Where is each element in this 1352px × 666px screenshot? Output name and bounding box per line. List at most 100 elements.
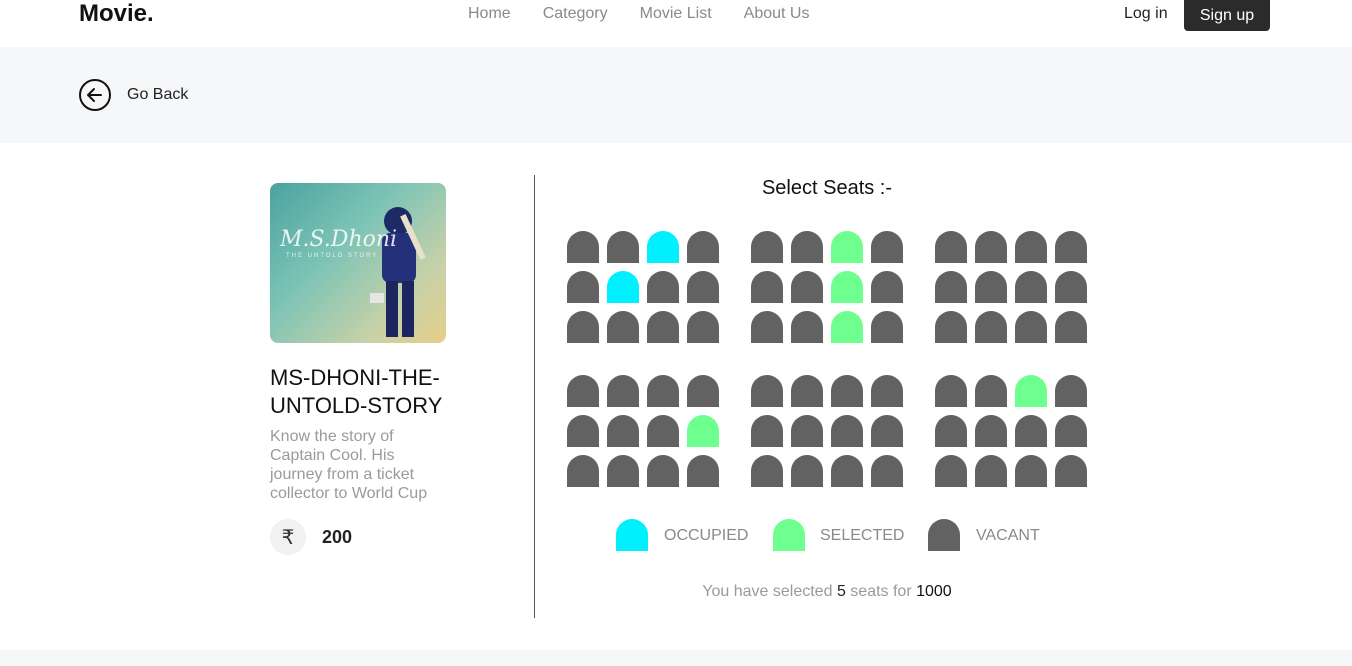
seat-vacant[interactable] xyxy=(751,415,783,447)
go-back-link[interactable]: Go Back xyxy=(127,86,188,104)
seat-vacant[interactable] xyxy=(567,375,599,407)
seat-vacant[interactable] xyxy=(607,415,639,447)
seat-vacant[interactable] xyxy=(935,271,967,303)
seat-vacant[interactable] xyxy=(975,311,1007,343)
player-figure xyxy=(370,207,426,337)
seat-vacant[interactable] xyxy=(607,455,639,487)
seat-vacant[interactable] xyxy=(871,455,903,487)
seat-vacant[interactable] xyxy=(975,375,1007,407)
seat-vacant[interactable] xyxy=(975,271,1007,303)
seat-vacant[interactable] xyxy=(935,311,967,343)
rupee-icon: ₹ xyxy=(270,519,306,555)
navbar: Movie. Home Category Movie List About Us… xyxy=(0,0,1352,47)
seat-vacant[interactable] xyxy=(751,455,783,487)
seat-selected[interactable] xyxy=(831,271,863,303)
seat-vacant[interactable] xyxy=(871,311,903,343)
seat-vacant[interactable] xyxy=(751,271,783,303)
seat-vacant[interactable] xyxy=(935,375,967,407)
seat-vacant[interactable] xyxy=(831,415,863,447)
movie-poster: M.S.Dhoni THE UNTOLD STORY xyxy=(270,183,446,343)
seat-vacant[interactable] xyxy=(1055,271,1087,303)
seat-vacant[interactable] xyxy=(607,231,639,263)
login-link[interactable]: Log in xyxy=(1124,4,1168,24)
seat-vacant[interactable] xyxy=(1015,455,1047,487)
seat-vacant[interactable] xyxy=(935,455,967,487)
seat-vacant[interactable] xyxy=(647,415,679,447)
summary-middle: seats for xyxy=(850,583,912,600)
seat-vacant[interactable] xyxy=(935,415,967,447)
seat-vacant[interactable] xyxy=(1055,455,1087,487)
seat-vacant[interactable] xyxy=(791,375,823,407)
seat-vacant[interactable] xyxy=(935,231,967,263)
seat-vacant[interactable] xyxy=(871,375,903,407)
seat-vacant[interactable] xyxy=(567,311,599,343)
brand-logo[interactable]: Movie. xyxy=(79,0,154,28)
seat-vacant[interactable] xyxy=(975,231,1007,263)
seat-vacant[interactable] xyxy=(567,271,599,303)
seat-vacant[interactable] xyxy=(791,231,823,263)
total-amount: 1000 xyxy=(916,583,952,600)
seat-vacant[interactable] xyxy=(567,231,599,263)
seat-occupied xyxy=(647,231,679,263)
seat-selected[interactable] xyxy=(687,415,719,447)
nav-category[interactable]: Category xyxy=(543,4,608,24)
seat-vacant[interactable] xyxy=(1015,271,1047,303)
seat-vacant[interactable] xyxy=(567,455,599,487)
seat-vacant[interactable] xyxy=(647,375,679,407)
seat-vacant[interactable] xyxy=(607,375,639,407)
movie-description: Know the story of Captain Cool. His jour… xyxy=(270,428,428,502)
seat-vacant[interactable] xyxy=(687,375,719,407)
seat-vacant[interactable] xyxy=(1015,415,1047,447)
poster-title: M.S.Dhoni xyxy=(280,227,398,252)
seat-vacant[interactable] xyxy=(647,271,679,303)
legend-vacant-label: VACANT xyxy=(976,527,1040,544)
select-seats-heading: Select Seats :- xyxy=(761,177,893,199)
seat-vacant[interactable] xyxy=(687,311,719,343)
seat-vacant[interactable] xyxy=(751,231,783,263)
seat-vacant[interactable] xyxy=(1055,231,1087,263)
seat-vacant[interactable] xyxy=(1015,231,1047,263)
seat-vacant[interactable] xyxy=(831,455,863,487)
seat-vacant[interactable] xyxy=(1055,311,1087,343)
seat-vacant[interactable] xyxy=(791,455,823,487)
selected-count: 5 xyxy=(836,583,846,600)
nav-about-us[interactable]: About Us xyxy=(744,4,810,24)
seat-vacant[interactable] xyxy=(871,415,903,447)
seat-vacant[interactable] xyxy=(871,271,903,303)
nav-home[interactable]: Home xyxy=(468,4,511,24)
legend-selected-label: SELECTED xyxy=(820,527,905,544)
seat-vacant[interactable] xyxy=(975,415,1007,447)
legend-occupied-seat-icon xyxy=(616,519,648,551)
seat-vacant[interactable] xyxy=(1015,311,1047,343)
seat-vacant[interactable] xyxy=(687,231,719,263)
seat-vacant[interactable] xyxy=(687,271,719,303)
seat-vacant[interactable] xyxy=(751,311,783,343)
seat-vacant[interactable] xyxy=(647,311,679,343)
seat-vacant[interactable] xyxy=(791,311,823,343)
ticket-price: 200 xyxy=(322,527,353,547)
seat-vacant[interactable] xyxy=(791,415,823,447)
seat-selected[interactable] xyxy=(831,231,863,263)
seat-selected[interactable] xyxy=(1015,375,1047,407)
seat-vacant[interactable] xyxy=(1055,375,1087,407)
seat-vacant[interactable] xyxy=(751,375,783,407)
arrow-left-circle-icon[interactable] xyxy=(79,79,111,111)
seat-vacant[interactable] xyxy=(647,455,679,487)
seat-vacant[interactable] xyxy=(831,375,863,407)
seat-vacant[interactable] xyxy=(1055,415,1087,447)
vertical-divider xyxy=(534,175,535,618)
seat-vacant[interactable] xyxy=(975,455,1007,487)
seat-selected[interactable] xyxy=(831,311,863,343)
seat-vacant[interactable] xyxy=(791,271,823,303)
signup-button[interactable]: Sign up xyxy=(1184,0,1270,31)
movie-title: MS-DHONI-THE-UNTOLD-STORY xyxy=(270,365,443,418)
seat-vacant[interactable] xyxy=(607,311,639,343)
seat-occupied xyxy=(607,271,639,303)
seat-vacant[interactable] xyxy=(567,415,599,447)
nav-movie-list[interactable]: Movie List xyxy=(640,4,712,24)
legend-vacant-seat-icon xyxy=(928,519,960,551)
seat-vacant[interactable] xyxy=(687,455,719,487)
go-back-bar: Go Back xyxy=(0,47,1352,143)
seat-vacant[interactable] xyxy=(871,231,903,263)
legend-selected-seat-icon xyxy=(773,519,805,551)
